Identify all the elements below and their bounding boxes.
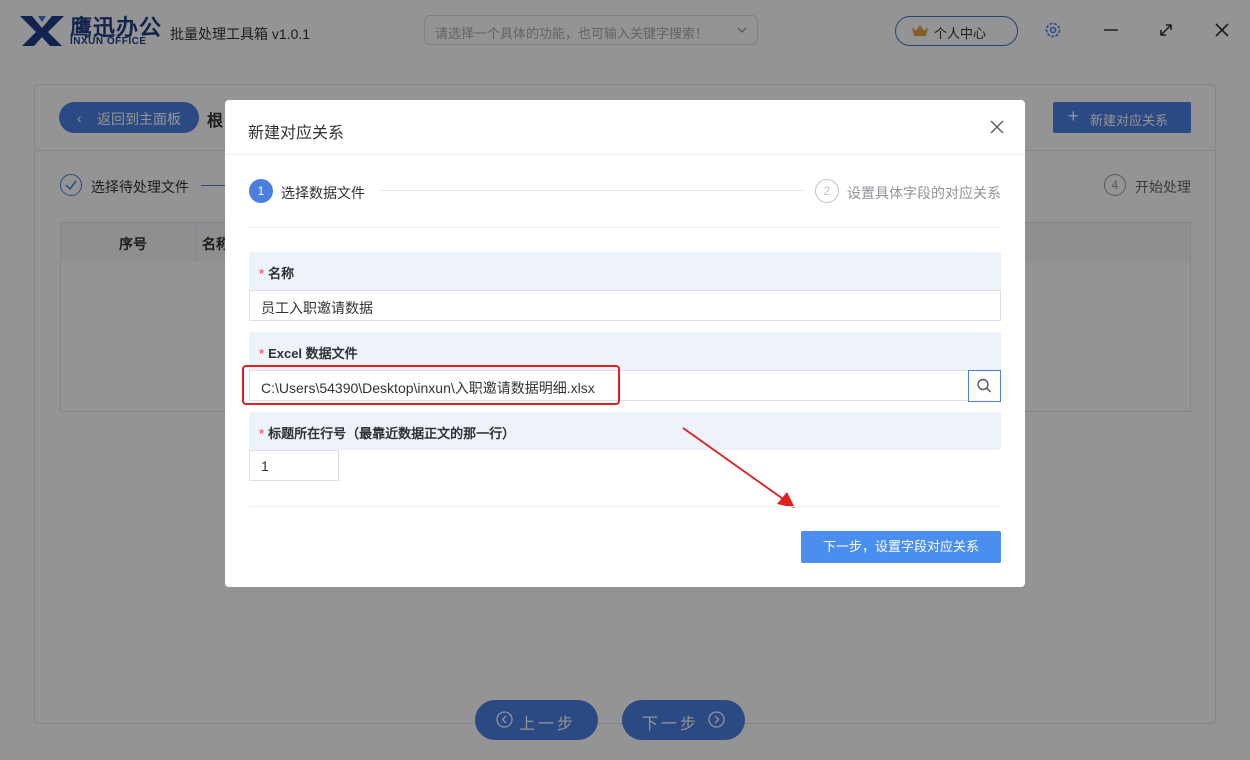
name-input-value: 员工入职邀请数据 [261,300,373,316]
step-label-1: 选择数据文件 [281,185,365,201]
header-row-label-row: * 标题所在行号（最靠近数据正文的那一行） [249,412,1001,450]
annotation-arrow-icon [682,427,795,508]
name-label-text: 名称 [268,266,295,281]
name-field-label-row: * 名称 [249,252,1001,290]
excel-label-text: Excel 数据文件 [268,346,358,361]
dialog-header-divider [225,154,1025,155]
dialog-title: 新建对应关系 [248,125,345,142]
required-mark: * [259,266,265,281]
next-set-fields-button[interactable]: 下一步，设置字段对应关系 [801,531,1001,563]
step-label-2: 设置具体字段的对应关系 [847,185,1001,201]
search-icon [977,378,992,393]
header-row-input[interactable]: 1 [249,450,339,481]
name-input[interactable]: 员工入职邀请数据 [249,290,1001,321]
header-row-value: 1 [261,458,269,474]
close-icon[interactable] [989,119,1005,135]
step-number-1: 1 [249,179,273,203]
step-connector [379,190,805,191]
required-mark: * [259,426,265,441]
footer-divider [249,506,1001,507]
annotation-highlight-box [242,365,620,405]
browse-file-button[interactable] [968,370,1001,402]
name-field-label: * 名称 [259,263,294,282]
steps-divider [249,227,1001,228]
excel-field-label: * Excel 数据文件 [259,343,358,362]
required-mark: * [259,346,265,361]
header-row-label-text: 标题所在行号（最靠近数据正文的那一行） [268,426,516,441]
header-row-field-label: * 标题所在行号（最靠近数据正文的那一行） [259,423,515,442]
step-number-2: 2 [815,179,839,203]
new-relation-dialog: 新建对应关系 1 选择数据文件 2 设置具体字段的对应关系 * 名称 员工入职邀请… [225,100,1025,587]
